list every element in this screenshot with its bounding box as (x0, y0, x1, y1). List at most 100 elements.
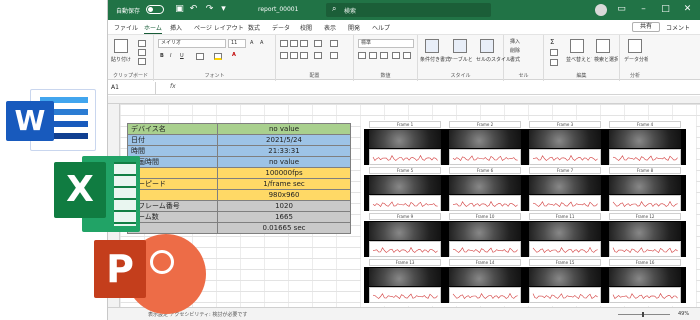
frame-plot[interactable] (609, 149, 681, 165)
frame-image[interactable] (529, 268, 601, 286)
format-cells-button[interactable]: 書式 (510, 56, 520, 63)
frame-plot[interactable] (369, 195, 441, 211)
tab-formulas[interactable]: 数式 (248, 23, 260, 32)
close-icon[interactable]: ✕ (682, 4, 693, 15)
frame-image[interactable] (449, 268, 521, 286)
avatar[interactable] (595, 4, 607, 16)
frame-image[interactable] (449, 176, 521, 194)
frame-plot[interactable] (369, 241, 441, 257)
wrap-text-icon[interactable] (330, 40, 338, 47)
tab-page-layout[interactable]: ページ レイアウト (194, 23, 244, 32)
name-box[interactable]: A1 (108, 82, 156, 94)
number-format-select[interactable]: 標準 (358, 39, 414, 48)
conditional-format-icon[interactable] (425, 39, 439, 53)
font-color-icon[interactable]: A (232, 52, 236, 58)
comma-icon[interactable] (380, 52, 388, 59)
font-size-select[interactable]: 11 (228, 39, 246, 48)
currency-icon[interactable] (358, 52, 366, 59)
info-value[interactable]: 1020 (217, 200, 351, 212)
frame-image[interactable] (609, 268, 681, 286)
font-name-select[interactable]: メイリオ (158, 39, 226, 48)
frame-image[interactable] (609, 130, 681, 148)
info-value[interactable]: 980x960 (217, 189, 351, 201)
frame-plot[interactable] (529, 241, 601, 257)
frame-plot[interactable] (529, 287, 601, 303)
orientation-icon[interactable] (314, 40, 322, 47)
ribbon-display-icon[interactable]: ▭ (616, 4, 627, 15)
paste-icon[interactable] (114, 39, 128, 53)
info-key[interactable]: 日付 (127, 134, 218, 146)
insert-cells-button[interactable]: 挿入 (510, 38, 520, 45)
tab-view[interactable]: 表示 (324, 23, 336, 32)
frame-plot[interactable] (369, 287, 441, 303)
frame-image[interactable] (529, 130, 601, 148)
info-value[interactable]: 2021/5/24 (217, 134, 351, 146)
search-box[interactable]: ⌕ 検索 (326, 3, 491, 17)
align-bottom-icon[interactable] (300, 40, 308, 47)
minimize-icon[interactable]: – (638, 4, 649, 15)
undo-icon[interactable]: ↶ (188, 4, 199, 15)
find-select-icon[interactable] (596, 39, 610, 53)
align-right-icon[interactable] (300, 52, 308, 59)
italic-icon[interactable]: I (170, 53, 171, 59)
frame-plot[interactable] (449, 149, 521, 165)
align-left-icon[interactable] (280, 52, 288, 59)
increase-decimal-icon[interactable] (392, 52, 400, 59)
tab-developer[interactable]: 開発 (348, 23, 360, 32)
sort-filter-icon[interactable] (570, 39, 584, 53)
tab-home[interactable]: ホーム (144, 23, 162, 35)
frame-plot[interactable] (609, 241, 681, 257)
autosave-toggle[interactable] (146, 5, 164, 14)
decrease-decimal-icon[interactable] (403, 52, 411, 59)
cell-styles-icon[interactable] (480, 39, 494, 53)
copy-icon[interactable] (138, 49, 146, 56)
align-top-icon[interactable] (280, 40, 288, 47)
share-button[interactable]: 共有 (632, 22, 660, 32)
frame-image[interactable] (369, 222, 441, 240)
tab-data[interactable]: データ (272, 23, 290, 32)
data-analysis-icon[interactable] (628, 39, 642, 53)
indent-icon[interactable] (314, 52, 322, 59)
info-value[interactable]: 100000fps (217, 167, 351, 179)
tab-file[interactable]: ファイル (114, 23, 138, 32)
frame-image[interactable] (369, 268, 441, 286)
fill-color-icon[interactable] (214, 53, 222, 60)
frame-image[interactable] (609, 176, 681, 194)
frame-image[interactable] (529, 222, 601, 240)
delete-cells-button[interactable]: 削除 (510, 47, 520, 54)
frame-image[interactable] (449, 222, 521, 240)
info-value[interactable]: no value (217, 123, 351, 135)
frame-image[interactable] (529, 176, 601, 194)
border-icon[interactable] (196, 53, 204, 60)
cut-icon[interactable] (138, 40, 146, 47)
info-value[interactable]: 0.01665 sec (217, 222, 351, 234)
autosum-icon[interactable]: Σ (550, 38, 554, 46)
frame-image[interactable] (609, 222, 681, 240)
frame-plot[interactable] (369, 149, 441, 165)
frame-plot[interactable] (609, 195, 681, 211)
redo-icon[interactable]: ↷ (204, 4, 215, 15)
frame-plot[interactable] (529, 195, 601, 211)
format-as-table-icon[interactable] (453, 39, 467, 53)
formula-icon[interactable]: fx (170, 83, 176, 90)
clear-icon[interactable] (550, 59, 558, 66)
tab-review[interactable]: 校閲 (300, 23, 312, 32)
font-shrink-icon[interactable]: A (260, 40, 263, 46)
frame-image[interactable] (449, 130, 521, 148)
comment-button[interactable]: コメント (666, 23, 690, 32)
frame-plot[interactable] (609, 287, 681, 303)
underline-icon[interactable]: U (180, 53, 184, 59)
info-value[interactable]: 21:33:31 (217, 145, 351, 157)
zoom-slider[interactable] (618, 312, 670, 317)
save-icon[interactable]: ▣ (174, 4, 185, 15)
format-painter-icon[interactable] (138, 58, 146, 65)
bold-icon[interactable]: B (160, 53, 164, 59)
tab-insert[interactable]: 挿入 (170, 23, 182, 32)
info-value[interactable]: 1665 (217, 211, 351, 223)
frame-plot[interactable] (449, 241, 521, 257)
frame-plot[interactable] (529, 149, 601, 165)
frame-plot[interactable] (449, 195, 521, 211)
frame-plot[interactable] (449, 287, 521, 303)
frame-image[interactable] (369, 176, 441, 194)
info-value[interactable]: 1/frame sec (217, 178, 351, 190)
